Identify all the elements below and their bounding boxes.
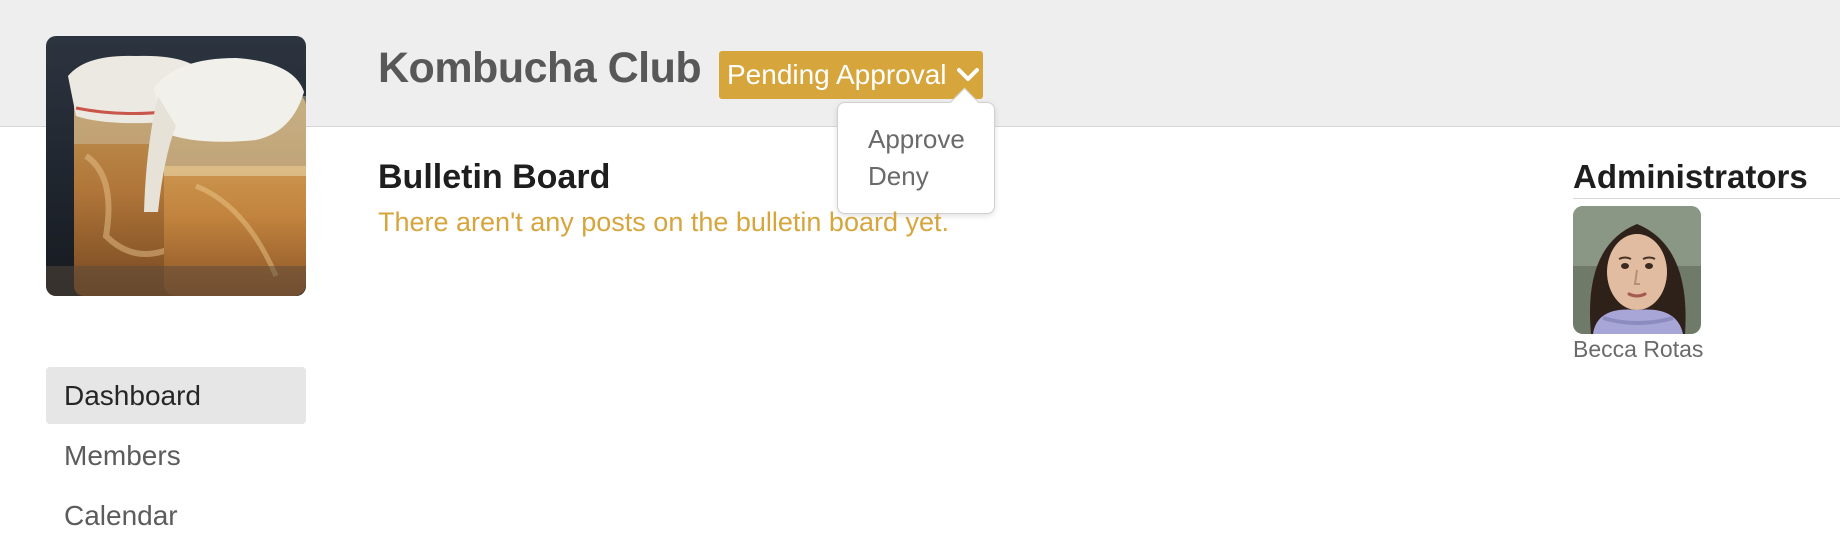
avatar[interactable] (1573, 206, 1701, 334)
status-dropdown-menu: Approve Deny (837, 87, 995, 214)
kombucha-jars-image (46, 36, 306, 296)
group-title: Kombucha Club (378, 44, 702, 92)
deny-option[interactable]: Deny (838, 158, 994, 195)
sidebar-item-dashboard[interactable]: Dashboard (46, 367, 306, 424)
administrators-title: Administrators (1573, 158, 1840, 199)
sidebar-item-members[interactable]: Members (46, 427, 306, 484)
sidebar-nav: Dashboard Members Calendar (46, 367, 306, 547)
admin-avatar-image (1573, 206, 1701, 334)
bulletin-board-title: Bulletin Board (378, 158, 611, 196)
admin-name[interactable]: Becca Rotas (1573, 336, 1703, 363)
administrators-panel: Administrators Becca Rotas (1573, 158, 1840, 362)
group-photo (46, 36, 306, 296)
approve-option[interactable]: Approve (838, 121, 994, 158)
bulletin-empty-message: There aren't any posts on the bulletin b… (378, 207, 950, 237)
chevron-down-icon (956, 67, 979, 83)
sidebar-item-calendar[interactable]: Calendar (46, 487, 306, 544)
status-label: Pending Approval (727, 59, 947, 90)
status-dropdown-button[interactable]: Pending Approval (719, 51, 983, 99)
